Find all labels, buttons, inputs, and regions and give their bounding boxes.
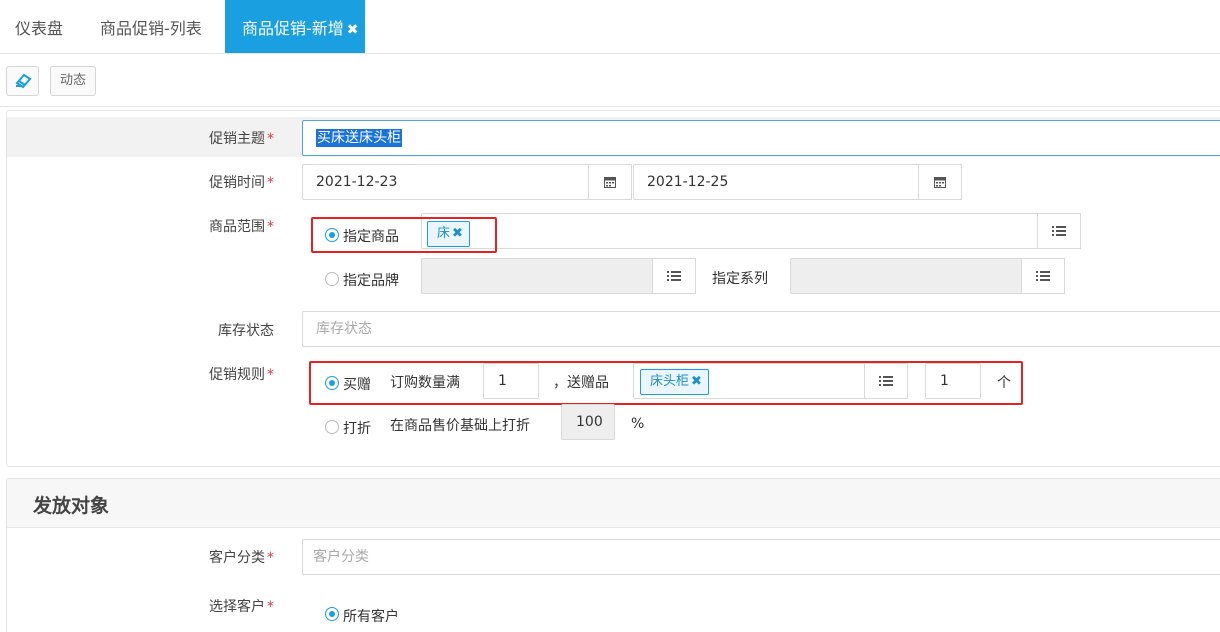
theme-label: 促销主题 * (209, 131, 274, 147)
list-icon (1052, 226, 1066, 236)
discount-label: 在商品售价基础上打折 (390, 418, 530, 434)
select-customer-label: 选择客户 * (209, 599, 274, 615)
specified-brand-label: 指定品牌 (343, 273, 399, 289)
discount-unit-label: % (631, 416, 645, 432)
toolbar: 动态 (0, 54, 1220, 107)
specified-series-label: 指定系列 (712, 271, 768, 287)
tab-promotion-list[interactable]: 商品促销-列表 (100, 0, 202, 53)
discount-option-radio[interactable] (325, 420, 339, 434)
customer-category-input[interactable]: 客户分类 (302, 539, 1220, 575)
dynamic-button[interactable]: 动态 (50, 66, 96, 96)
eraser-icon (14, 73, 32, 89)
scope-label: 商品范围 * (209, 219, 274, 235)
rule-label: 促销规则 * (209, 367, 274, 383)
customer-category-label: 客户分类 * (209, 550, 274, 566)
theme-input[interactable]: 买床送床头柜 (302, 120, 1220, 156)
tab-promotion-new-label: 商品促销-新增 (242, 19, 344, 38)
all-customers-label: 所有客户 (343, 609, 399, 625)
series-select-button[interactable] (1021, 258, 1065, 294)
discount-input[interactable]: 100 (561, 404, 615, 440)
specified-brand-radio[interactable] (325, 272, 339, 286)
series-input[interactable] (790, 258, 1023, 294)
rule-highlight-box (309, 361, 1023, 405)
calendar-icon (604, 177, 616, 188)
start-date-input[interactable]: 2021-12-23 (302, 164, 589, 200)
eraser-button[interactable] (6, 66, 39, 96)
section-title: 发放对象 (33, 495, 110, 517)
end-date-picker-button[interactable] (918, 164, 962, 200)
tab-promotion-new[interactable]: 商品促销-新增 ✖ (225, 0, 365, 53)
goods-tag-input[interactable] (421, 213, 1039, 249)
close-icon[interactable]: ✖ (347, 1, 359, 59)
tab-dashboard[interactable]: 仪表盘 (15, 0, 63, 53)
start-date-picker-button[interactable] (588, 164, 632, 200)
end-date-input[interactable]: 2021-12-25 (633, 164, 920, 200)
list-icon (1036, 271, 1050, 281)
stock-label: 库存状态 (218, 323, 274, 339)
all-customers-radio[interactable] (325, 607, 339, 621)
discount-option-label: 打折 (343, 421, 371, 437)
goods-select-button[interactable] (1037, 213, 1081, 249)
tab-bar: 仪表盘 商品促销-列表 商品促销-新增 ✖ (0, 0, 1220, 54)
brand-input[interactable] (421, 258, 654, 294)
goods-highlight-box (311, 217, 497, 253)
brand-select-button[interactable] (652, 258, 696, 294)
list-icon (667, 271, 681, 281)
theme-input-value: 买床送床头柜 (316, 129, 402, 147)
time-label: 促销时间 * (209, 175, 274, 191)
stock-input[interactable]: 库存状态 (302, 311, 1220, 347)
calendar-icon (934, 177, 946, 188)
distribution-panel-header: 发放对象 (7, 479, 1220, 528)
